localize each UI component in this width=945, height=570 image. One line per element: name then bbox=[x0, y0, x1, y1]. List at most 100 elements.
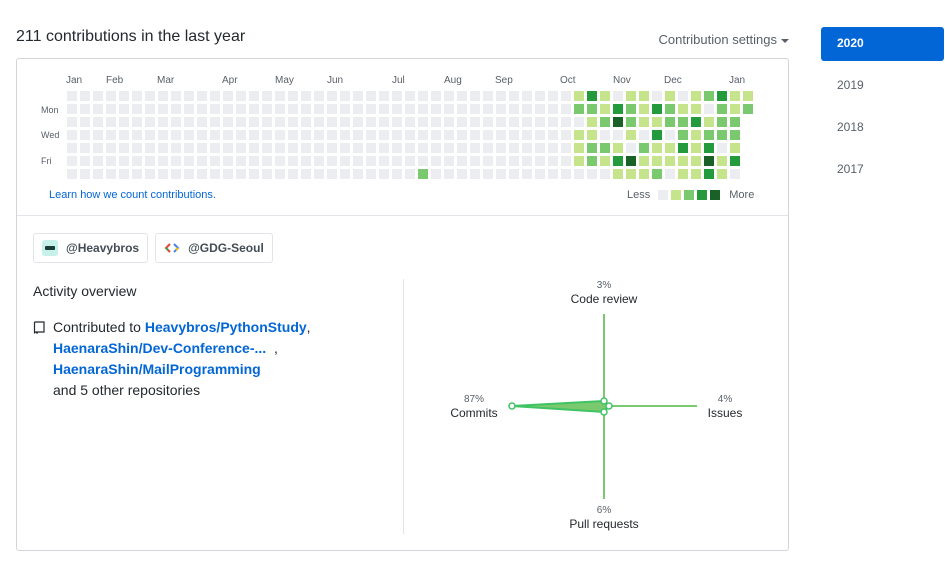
contribution-day[interactable] bbox=[327, 169, 337, 179]
contribution-day[interactable] bbox=[249, 143, 259, 153]
contribution-day[interactable] bbox=[405, 130, 415, 140]
contribution-day[interactable] bbox=[444, 130, 454, 140]
year-2020-button[interactable]: 2020 bbox=[821, 27, 944, 61]
contribution-day[interactable] bbox=[184, 156, 194, 166]
contribution-day[interactable] bbox=[678, 169, 688, 179]
contribution-day[interactable] bbox=[522, 156, 532, 166]
contribution-day[interactable] bbox=[691, 104, 701, 114]
contribution-day[interactable] bbox=[353, 104, 363, 114]
contribution-day[interactable] bbox=[652, 130, 662, 140]
contribution-day[interactable] bbox=[275, 156, 285, 166]
contribution-day[interactable] bbox=[522, 104, 532, 114]
contribution-day[interactable] bbox=[93, 169, 103, 179]
contribution-day[interactable] bbox=[548, 169, 558, 179]
contribution-day[interactable] bbox=[288, 104, 298, 114]
contribution-day[interactable] bbox=[743, 104, 753, 114]
contribution-day[interactable] bbox=[301, 104, 311, 114]
contribution-day[interactable] bbox=[236, 130, 246, 140]
contribution-day[interactable] bbox=[340, 91, 350, 101]
contribution-day[interactable] bbox=[93, 130, 103, 140]
contribution-day[interactable] bbox=[197, 104, 207, 114]
contribution-day[interactable] bbox=[457, 130, 467, 140]
contribution-day[interactable] bbox=[522, 130, 532, 140]
contribution-day[interactable] bbox=[379, 156, 389, 166]
contribution-day[interactable] bbox=[145, 130, 155, 140]
contribution-day[interactable] bbox=[210, 156, 220, 166]
contribution-day[interactable] bbox=[236, 169, 246, 179]
contribution-day[interactable] bbox=[158, 130, 168, 140]
contribution-day[interactable] bbox=[652, 156, 662, 166]
contribution-day[interactable] bbox=[626, 156, 636, 166]
contribution-day[interactable] bbox=[210, 143, 220, 153]
contribution-day[interactable] bbox=[730, 169, 740, 179]
contribution-day[interactable] bbox=[366, 104, 376, 114]
contribution-day[interactable] bbox=[704, 104, 714, 114]
contribution-day[interactable] bbox=[483, 169, 493, 179]
contribution-day[interactable] bbox=[639, 143, 649, 153]
contribution-day[interactable] bbox=[327, 117, 337, 127]
contribution-day[interactable] bbox=[509, 143, 519, 153]
contribution-day[interactable] bbox=[184, 104, 194, 114]
contribution-day[interactable] bbox=[249, 130, 259, 140]
contribution-day[interactable] bbox=[340, 117, 350, 127]
contribution-day[interactable] bbox=[626, 130, 636, 140]
contribution-day[interactable] bbox=[67, 117, 77, 127]
contribution-day[interactable] bbox=[223, 130, 233, 140]
contribution-day[interactable] bbox=[470, 169, 480, 179]
contribution-day[interactable] bbox=[275, 143, 285, 153]
contribution-day[interactable] bbox=[600, 91, 610, 101]
contribution-day[interactable] bbox=[496, 104, 506, 114]
contribution-day[interactable] bbox=[496, 169, 506, 179]
contribution-day[interactable] bbox=[132, 156, 142, 166]
contribution-day[interactable] bbox=[379, 143, 389, 153]
contribution-day[interactable] bbox=[691, 169, 701, 179]
contribution-day[interactable] bbox=[392, 117, 402, 127]
contribution-day[interactable] bbox=[561, 156, 571, 166]
contribution-day[interactable] bbox=[444, 117, 454, 127]
contribution-day[interactable] bbox=[613, 143, 623, 153]
contribution-day[interactable] bbox=[431, 143, 441, 153]
contribution-day[interactable] bbox=[704, 169, 714, 179]
contribution-day[interactable] bbox=[171, 143, 181, 153]
contribution-day[interactable] bbox=[574, 130, 584, 140]
contribution-day[interactable] bbox=[340, 143, 350, 153]
contribution-day[interactable] bbox=[197, 169, 207, 179]
contribution-day[interactable] bbox=[730, 130, 740, 140]
contribution-day[interactable] bbox=[80, 169, 90, 179]
contribution-day[interactable] bbox=[652, 143, 662, 153]
contribution-day[interactable] bbox=[704, 130, 714, 140]
contribution-day[interactable] bbox=[626, 91, 636, 101]
contribution-day[interactable] bbox=[626, 169, 636, 179]
contribution-day[interactable] bbox=[457, 104, 467, 114]
contribution-day[interactable] bbox=[236, 143, 246, 153]
contribution-day[interactable] bbox=[574, 169, 584, 179]
contribution-day[interactable] bbox=[548, 91, 558, 101]
contribution-day[interactable] bbox=[301, 117, 311, 127]
contribution-day[interactable] bbox=[483, 104, 493, 114]
contribution-day[interactable] bbox=[106, 130, 116, 140]
contribution-day[interactable] bbox=[145, 104, 155, 114]
contribution-day[interactable] bbox=[197, 156, 207, 166]
contribution-day[interactable] bbox=[691, 143, 701, 153]
contribution-day[interactable] bbox=[171, 117, 181, 127]
contribution-day[interactable] bbox=[613, 130, 623, 140]
year-2019-button[interactable]: 2019 bbox=[821, 69, 944, 103]
contribution-day[interactable] bbox=[613, 117, 623, 127]
contribution-day[interactable] bbox=[93, 156, 103, 166]
contribution-day[interactable] bbox=[535, 143, 545, 153]
contribution-day[interactable] bbox=[106, 104, 116, 114]
contribution-day[interactable] bbox=[665, 143, 675, 153]
contribution-day[interactable] bbox=[626, 117, 636, 127]
contribution-day[interactable] bbox=[249, 169, 259, 179]
contribution-day[interactable] bbox=[444, 91, 454, 101]
contribution-day[interactable] bbox=[717, 169, 727, 179]
contribution-day[interactable] bbox=[288, 117, 298, 127]
contribution-day[interactable] bbox=[353, 117, 363, 127]
contribution-day[interactable] bbox=[444, 104, 454, 114]
contribution-day[interactable] bbox=[93, 91, 103, 101]
contribution-day[interactable] bbox=[366, 143, 376, 153]
contribution-day[interactable] bbox=[106, 91, 116, 101]
contribution-day[interactable] bbox=[67, 91, 77, 101]
contribution-day[interactable] bbox=[665, 117, 675, 127]
contribution-day[interactable] bbox=[184, 91, 194, 101]
